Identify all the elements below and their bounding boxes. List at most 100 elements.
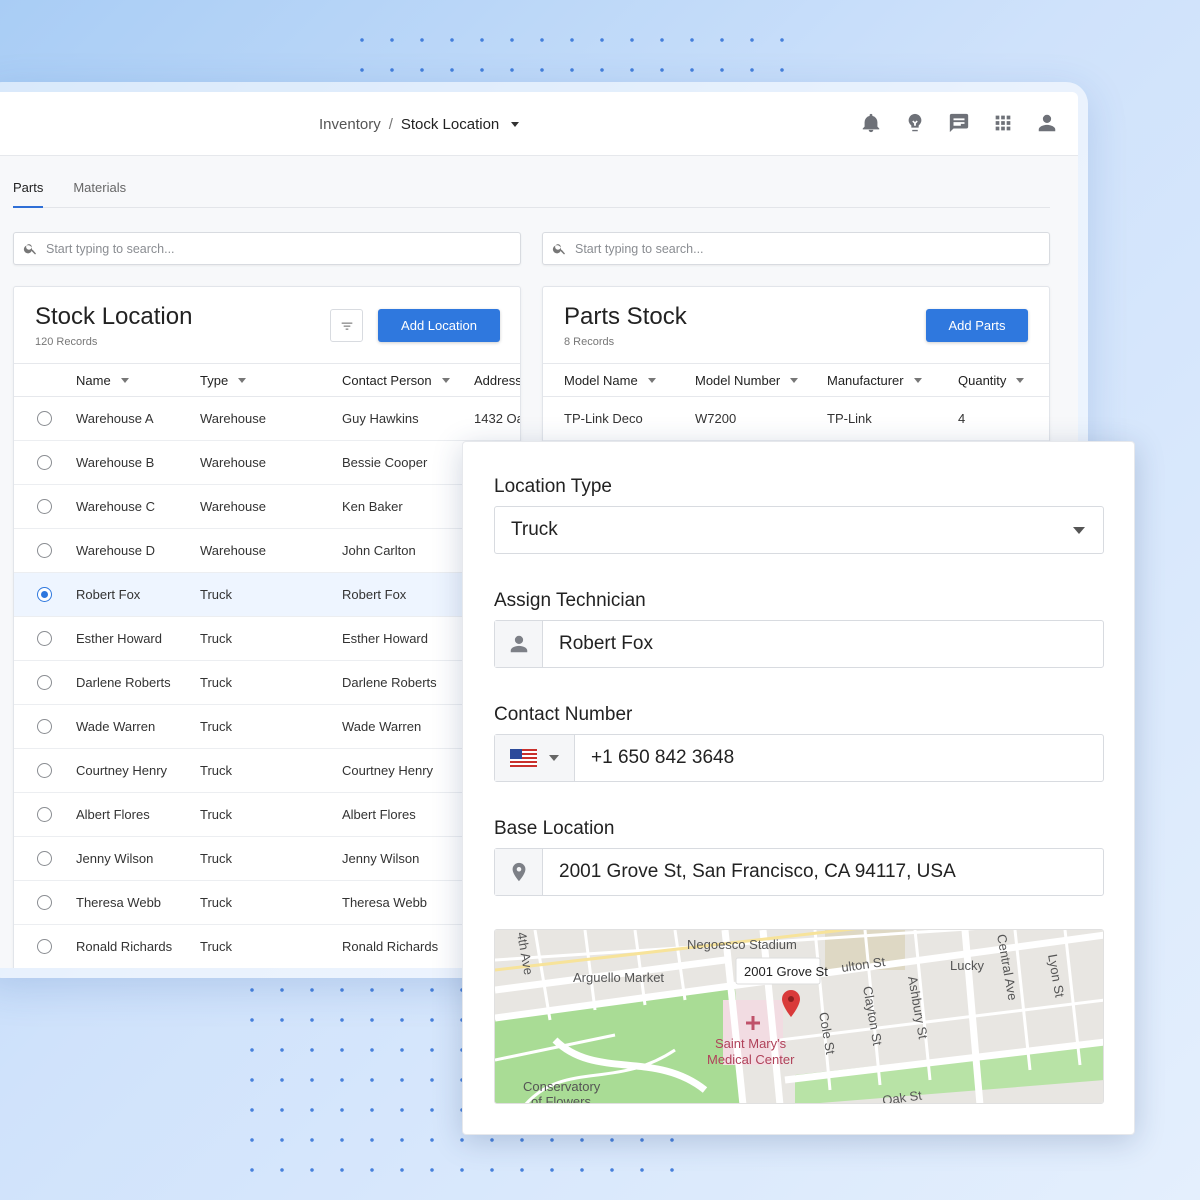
- table-row[interactable]: Esther Howard Truck Esther Howard: [14, 617, 520, 661]
- cell-address: 1432 Oa: [474, 411, 521, 426]
- row-radio[interactable]: [37, 807, 52, 822]
- cell-name: Jenny Wilson: [76, 851, 154, 866]
- tab-materials[interactable]: Materials: [73, 176, 126, 208]
- row-radio[interactable]: [37, 587, 52, 602]
- column-header-quantity[interactable]: Quantity: [958, 373, 1025, 388]
- row-radio[interactable]: [37, 411, 52, 426]
- add-location-button[interactable]: Add Location: [378, 309, 500, 342]
- cell-type: Truck: [200, 807, 233, 822]
- search-input-right[interactable]: [575, 241, 975, 256]
- tab-parts[interactable]: Parts: [13, 176, 44, 208]
- table-row[interactable]: Warehouse A Warehouse Guy Hawkins 1432 Oa: [14, 397, 520, 441]
- cell-type: Truck: [200, 895, 233, 910]
- cell-contact-person: Bessie Cooper: [342, 455, 428, 470]
- breadcrumb-current[interactable]: Stock Location: [401, 116, 499, 133]
- contact-number-field[interactable]: +1 650 842 3648: [494, 734, 1104, 782]
- row-radio[interactable]: [37, 455, 52, 470]
- location-type-label: Location Type: [494, 476, 612, 497]
- row-radio[interactable]: [37, 543, 52, 558]
- table-row[interactable]: Darlene Roberts Truck Darlene Roberts: [14, 661, 520, 705]
- column-header-type[interactable]: Type: [200, 373, 247, 388]
- cell-contact-person: Albert Flores: [342, 807, 416, 822]
- cell-type: Truck: [200, 763, 233, 778]
- table-row[interactable]: Warehouse D Warehouse John Carlton: [14, 529, 520, 573]
- cell-contact-person: Esther Howard: [342, 631, 428, 646]
- table-row[interactable]: Courtney Henry Truck Courtney Henry: [14, 749, 520, 793]
- cell-contact-person: Theresa Webb: [342, 895, 428, 910]
- base-location-field[interactable]: 2001 Grove St, San Francisco, CA 94117, …: [494, 848, 1104, 896]
- cell-name: Theresa Webb: [76, 895, 162, 910]
- table-row[interactable]: Warehouse B Warehouse Bessie Cooper: [14, 441, 520, 485]
- apps-grid-icon[interactable]: [992, 112, 1014, 139]
- bell-icon[interactable]: [860, 112, 882, 139]
- cell-contact-person: Ken Baker: [342, 499, 403, 514]
- table-row[interactable]: Albert Flores Truck Albert Flores: [14, 793, 520, 837]
- lightbulb-icon[interactable]: [904, 112, 926, 139]
- search-input-left[interactable]: [46, 241, 446, 256]
- base-location-value: 2001 Grove St, San Francisco, CA 94117, …: [559, 861, 956, 882]
- table-row[interactable]: Theresa Webb Truck Theresa Webb: [14, 881, 520, 925]
- row-radio[interactable]: [37, 631, 52, 646]
- row-radio[interactable]: [37, 939, 52, 954]
- column-header-contact-person[interactable]: Contact Person: [342, 373, 450, 388]
- column-header-model-name[interactable]: Model Name: [564, 373, 656, 388]
- map-label-stadium: Negoesco Stadium: [687, 937, 797, 952]
- column-header-address[interactable]: Address: [474, 373, 520, 388]
- record-count: 120 Records: [35, 336, 98, 348]
- chevron-down-icon: [549, 755, 559, 761]
- location-type-select[interactable]: Truck: [494, 506, 1104, 554]
- column-header-manufacturer[interactable]: Manufacturer: [827, 373, 922, 388]
- location-map[interactable]: Negoesco Stadium Arguello Market ulton S…: [494, 929, 1104, 1104]
- map-label-conservatory-2: of Flowers: [531, 1094, 591, 1104]
- country-code-selector[interactable]: [495, 735, 575, 781]
- table-row[interactable]: TP-Link Deco W7200 TP-Link 4: [543, 397, 1049, 441]
- base-location-label: Base Location: [494, 818, 615, 839]
- location-pin-icon: [495, 849, 543, 895]
- cell-name: Warehouse B: [76, 455, 155, 470]
- column-header-name[interactable]: Name: [76, 373, 129, 388]
- stock-location-card: Stock Location 120 Records Add Location …: [13, 286, 521, 968]
- cell-name: Wade Warren: [76, 719, 156, 734]
- cell-type: Warehouse: [200, 411, 266, 426]
- technician-field[interactable]: Robert Fox: [494, 620, 1104, 668]
- cell-manufacturer: TP-Link: [827, 411, 872, 426]
- table-row[interactable]: Warehouse C Warehouse Ken Baker: [14, 485, 520, 529]
- table-row[interactable]: Ronald Richards Truck Ronald Richards: [14, 925, 520, 968]
- sort-caret-icon: [1016, 378, 1025, 383]
- header-actions: [860, 112, 1058, 139]
- sort-caret-icon: [790, 378, 799, 383]
- row-radio[interactable]: [37, 719, 52, 734]
- row-radio[interactable]: [37, 763, 52, 778]
- location-type-value: Truck: [511, 519, 558, 540]
- cell-name: Esther Howard: [76, 631, 162, 646]
- chevron-down-icon: [1073, 527, 1085, 534]
- add-parts-button[interactable]: Add Parts: [926, 309, 1028, 342]
- table-row[interactable]: Wade Warren Truck Wade Warren: [14, 705, 520, 749]
- cell-contact-person: Courtney Henry: [342, 763, 434, 778]
- map-label-lucky: Lucky: [950, 958, 984, 973]
- chevron-down-icon[interactable]: [511, 122, 520, 127]
- record-count: 8 Records: [564, 336, 615, 348]
- cell-contact-person: Wade Warren: [342, 719, 422, 734]
- breadcrumb-root[interactable]: Inventory: [319, 116, 381, 133]
- cell-contact-person: Guy Hawkins: [342, 411, 419, 426]
- row-radio[interactable]: [37, 675, 52, 690]
- card-title: Stock Location: [35, 303, 193, 330]
- map-label-hospital-1: Saint Mary's: [715, 1036, 787, 1051]
- cell-type: Truck: [200, 587, 233, 602]
- column-header-model-number[interactable]: Model Number: [695, 373, 799, 388]
- row-radio[interactable]: [37, 895, 52, 910]
- table-row[interactable]: Robert Fox Truck Robert Fox: [14, 573, 520, 617]
- row-radio[interactable]: [37, 851, 52, 866]
- stock-location-search: [13, 232, 521, 265]
- chat-icon[interactable]: [948, 112, 970, 139]
- filter-button[interactable]: [330, 309, 363, 342]
- filter-icon: [341, 322, 352, 330]
- user-icon: [495, 621, 543, 667]
- user-icon[interactable]: [1036, 112, 1058, 139]
- contact-number-label: Contact Number: [494, 704, 633, 725]
- row-radio[interactable]: [37, 499, 52, 514]
- location-details-panel: Location Type Truck Assign Technician Ro…: [462, 441, 1135, 1135]
- table-row[interactable]: Jenny Wilson Truck Jenny Wilson: [14, 837, 520, 881]
- cell-name: Darlene Roberts: [76, 675, 171, 690]
